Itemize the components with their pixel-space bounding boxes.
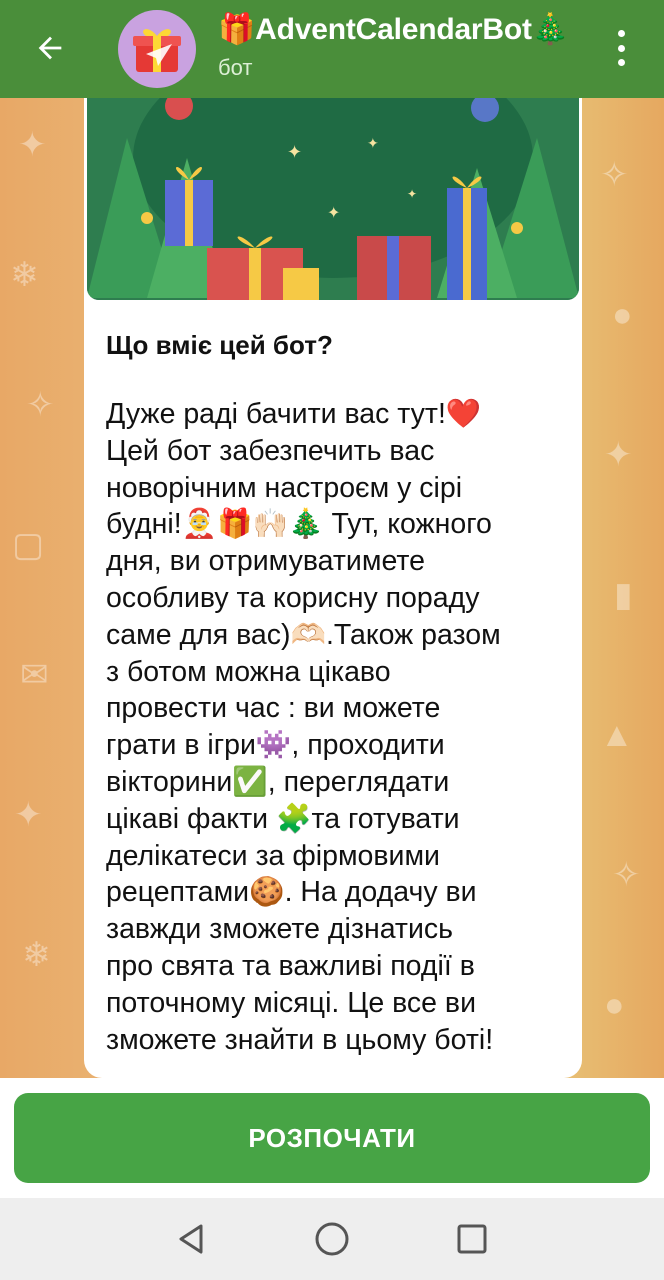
chat-title[interactable]: 🎁AdventCalendarBot🎄 [218, 12, 588, 52]
nav-back-button[interactable] [166, 1214, 216, 1264]
back-button[interactable] [22, 22, 78, 74]
message-body: Дуже раді бачити вас тут!❤️ Цей бот забе… [106, 398, 501, 1056]
nav-home-button[interactable] [307, 1214, 357, 1264]
more-options-button[interactable] [606, 26, 636, 70]
cup-doodle-icon: ✧ [612, 856, 641, 894]
gift-doodle-icon: ✧ [26, 386, 55, 424]
calendar-doodle-icon: ▢ [12, 526, 45, 564]
circle-home-icon [315, 1222, 349, 1256]
start-button[interactable]: РОЗПОЧАТИ [14, 1093, 650, 1183]
bot-avatar[interactable] [118, 10, 196, 88]
more-vertical-icon [617, 30, 625, 37]
candle-doodle-icon: ▮ [614, 576, 633, 614]
snowflake-doodle-icon: ❄ [10, 256, 39, 294]
bot-description-message: ✦ ✦ ✦ ✦ Що вміє цей бот? Дуже раді бачит… [84, 98, 582, 1078]
svg-text:✦: ✦ [367, 136, 379, 152]
mitten-doodle-icon: ✧ [600, 156, 629, 194]
snowflake-doodle-icon: ❄ [22, 936, 51, 974]
square-recents-icon [457, 1224, 487, 1254]
arrow-left-icon [38, 36, 62, 60]
ornament-doodle-icon: ✦ [604, 436, 633, 474]
svg-text:✦: ✦ [327, 203, 340, 222]
gift-icon [133, 29, 181, 72]
ornament-doodle-icon: ✦ [18, 126, 47, 164]
nav-recents-button[interactable] [447, 1214, 497, 1264]
hat-doodle-icon: ▲ [600, 716, 634, 754]
svg-text:✦: ✦ [407, 187, 417, 201]
app-bar: 🎁AdventCalendarBot🎄 бот [0, 0, 664, 98]
star-doodle-icon: ✦ [14, 796, 43, 834]
bottom-action-area: РОЗПОЧАТИ [0, 1078, 664, 1198]
christmas-banner-image: ✦ ✦ ✦ ✦ [87, 98, 579, 300]
cookie-doodle-icon: ● [612, 296, 633, 334]
cookie-doodle-icon: ● [604, 986, 625, 1024]
system-navigation-bar [0, 1198, 664, 1280]
triangle-back-icon [179, 1224, 203, 1254]
message-title: Що вміє цей бот? [106, 330, 333, 360]
svg-text:✦: ✦ [287, 142, 302, 163]
chat-subtitle: бот [218, 55, 253, 80]
envelope-doodle-icon: ✉ [20, 656, 49, 694]
